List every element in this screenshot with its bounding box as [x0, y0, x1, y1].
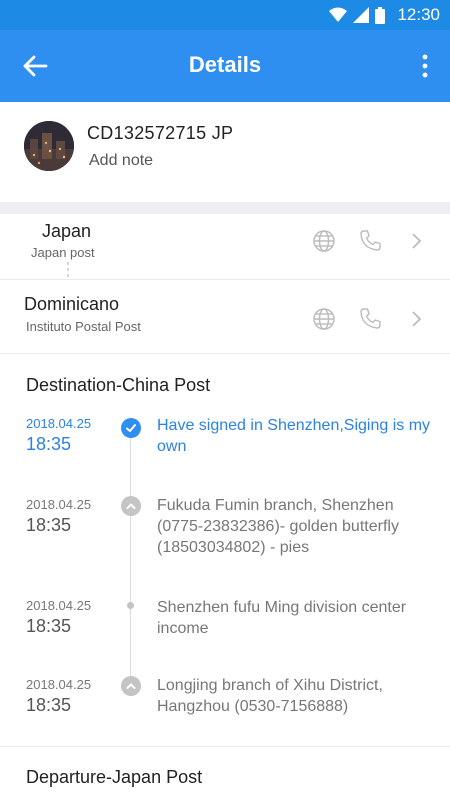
avatar [24, 121, 74, 171]
origin-post: Japan post [31, 245, 95, 260]
globe-icon[interactable] [312, 307, 336, 331]
status-time: 12:30 [397, 5, 440, 24]
event-time: 18:35 [26, 616, 72, 636]
timeline-line [130, 436, 131, 688]
wifi-icon [329, 7, 348, 22]
more-vert-icon[interactable] [420, 54, 430, 78]
cellular-signal-icon [353, 7, 370, 23]
origin-country: Japan [42, 221, 92, 241]
destination-section-title: Destination-China Post [26, 375, 211, 395]
route-origin[interactable]: Japan Japan post [0, 214, 450, 290]
event-description: Shenzhen fufu Ming division center incom… [157, 599, 407, 637]
chevron-up-icon [121, 676, 141, 696]
destination-country: Dominicano [24, 294, 120, 314]
globe-icon[interactable] [312, 229, 336, 253]
event-date: 2018.04.25 [26, 598, 92, 613]
status-bar: 12:30 [0, 0, 450, 30]
battery-icon [375, 6, 386, 24]
event-description: Have signed in Shenzhen,Siging is my own [157, 417, 431, 455]
event-description: Longjing branch of Xihu District, Hangzh… [157, 677, 383, 715]
chevron-right-icon[interactable] [404, 307, 428, 331]
divider [0, 746, 450, 747]
app-bar: Details [0, 30, 450, 102]
tracking-number: CD132572715 JP [87, 123, 234, 143]
event-time: 18:35 [26, 434, 72, 454]
route-destination[interactable]: Dominicano Instituto Postal Post [0, 280, 450, 352]
departure-section-title: Departure-Japan Post [26, 767, 203, 787]
add-note-button[interactable]: Add note [89, 152, 153, 170]
divider [0, 353, 450, 354]
destination-post: Instituto Postal Post [26, 319, 141, 334]
event-date: 2018.04.25 [26, 497, 92, 512]
event-date: 2018.04.25 [26, 416, 92, 431]
page-title: Details [188, 52, 262, 77]
event-description: Fukuda Fumin branch, Shenzhen (0775-2383… [157, 497, 399, 556]
event-time: 18:35 [26, 515, 72, 535]
timeline-dot [127, 602, 134, 609]
chevron-right-icon[interactable] [404, 229, 428, 253]
phone-icon[interactable] [358, 229, 382, 253]
section-separator [0, 202, 450, 214]
package-header: CD132572715 JP Add note [0, 102, 450, 202]
check-circle-icon [121, 418, 141, 438]
event-date: 2018.04.25 [26, 677, 92, 692]
phone-icon[interactable] [358, 307, 382, 331]
chevron-up-icon [121, 496, 141, 516]
event-time: 18:35 [26, 695, 72, 715]
